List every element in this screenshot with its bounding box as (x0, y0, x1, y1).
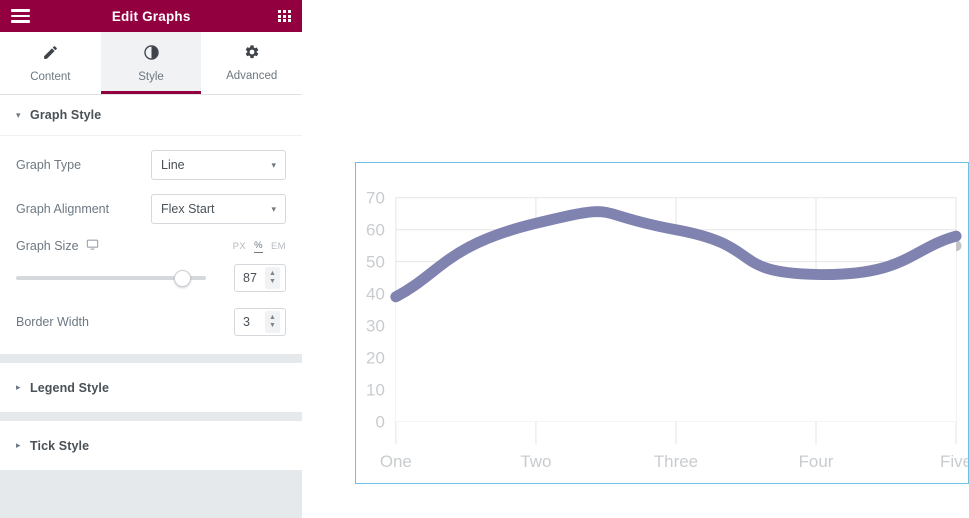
unit-em[interactable]: EM (271, 241, 286, 253)
graph-size-slider[interactable] (16, 269, 206, 287)
graph-type-value: Line (161, 158, 185, 172)
graph-size-unit-toggle: PX % EM (233, 240, 286, 253)
stepper-down-icon[interactable]: ▼ (269, 278, 276, 285)
unit-px[interactable]: PX (233, 241, 246, 253)
control-border-width: Border Width 3 ▲ ▼ (16, 308, 286, 336)
x-axis-tick-label: Two (520, 452, 551, 471)
graph-size-stepper[interactable]: ▲ ▼ (265, 267, 280, 289)
section-tick-style-header[interactable]: ▸ Tick Style (0, 421, 302, 470)
graph-size-label-group: Graph Size (16, 238, 99, 254)
graph-size-input[interactable]: 87 ▲ ▼ (234, 264, 286, 292)
chevron-down-icon: ▾ (271, 203, 276, 214)
page-title: Edit Graphs (111, 8, 191, 24)
section-legend-style-header[interactable]: ▸ Legend Style (0, 363, 302, 412)
x-axis-tick-label: One (380, 452, 412, 471)
tab-content-label: Content (30, 70, 71, 83)
y-axis-tick-label: 70 (366, 189, 385, 208)
y-axis-tick-label: 40 (366, 285, 385, 304)
y-axis-tick-label: 50 (366, 253, 385, 272)
chevron-down-icon: ▾ (16, 109, 21, 120)
panel-tabs: Content Style Advanced (0, 32, 302, 95)
control-graph-size-header: Graph Size PX % EM (16, 238, 286, 254)
border-width-value: 3 (243, 315, 250, 329)
graph-alignment-label: Graph Alignment (16, 202, 110, 216)
section-graph-style-header[interactable]: ▾ Graph Style (0, 95, 302, 136)
graph-size-value: 87 (243, 271, 257, 285)
border-width-label: Border Width (16, 315, 89, 329)
control-graph-type: Graph Type Line ▾ (16, 150, 286, 180)
contrast-icon (143, 44, 160, 65)
tab-advanced-label: Advanced (226, 70, 278, 82)
x-axis-tick-label: Four (799, 452, 834, 471)
graph-size-label: Graph Size (16, 239, 79, 253)
gear-icon (244, 44, 260, 64)
section-graph-style-body: Graph Type Line ▾ Graph Alignment Flex S… (0, 136, 302, 354)
chevron-right-icon: ▸ (16, 440, 21, 450)
chevron-down-icon: ▾ (271, 159, 276, 170)
slider-handle[interactable] (173, 269, 191, 287)
tab-advanced[interactable]: Advanced (201, 32, 302, 94)
grid-apps-icon[interactable] (278, 9, 291, 23)
stepper-up-icon[interactable]: ▲ (269, 314, 276, 321)
stepper-down-icon[interactable]: ▼ (269, 322, 276, 329)
control-graph-size-slider-row: 87 ▲ ▼ (16, 264, 286, 292)
line-chart: 0 10 20 30 40 50 60 70 One Two Three Four Five (366, 189, 968, 471)
graph-type-label: Graph Type (16, 158, 82, 172)
section-graph-style-title: Graph Style (30, 108, 102, 122)
editor-canvas: 0 10 20 30 40 50 60 70 One Two Three Four Five (302, 0, 969, 518)
chevron-right-icon: ▸ (16, 382, 21, 392)
desktop-monitor-icon[interactable] (86, 238, 99, 254)
section-legend-style: ▸ Legend Style (0, 363, 302, 412)
y-axis-tick-label: 10 (366, 380, 385, 399)
graph-type-select[interactable]: Line ▾ (151, 150, 286, 180)
graph-alignment-value: Flex Start (161, 202, 215, 216)
x-axis-tick-label: Five (940, 452, 968, 471)
section-legend-style-title: Legend Style (30, 380, 109, 395)
editor-panel: Edit Graphs Content Style Advanced ▾ Gra… (0, 0, 302, 518)
panel-header: Edit Graphs (0, 0, 302, 32)
border-width-input[interactable]: 3 ▲ ▼ (234, 308, 286, 336)
y-axis-tick-label: 20 (366, 348, 385, 367)
unit-percent[interactable]: % (254, 240, 263, 253)
tab-style-label: Style (138, 70, 164, 83)
y-axis-tick-label: 60 (366, 221, 385, 240)
graph-alignment-select[interactable]: Flex Start ▾ (151, 194, 286, 224)
section-graph-style: ▾ Graph Style Graph Type Line ▾ Graph Al… (0, 95, 302, 354)
tab-content[interactable]: Content (0, 32, 101, 94)
section-tick-style: ▸ Tick Style (0, 421, 302, 470)
y-axis-tick-label: 30 (366, 317, 385, 336)
y-axis-tick-label: 0 (375, 412, 384, 431)
graph-widget[interactable]: 0 10 20 30 40 50 60 70 One Two Three Four Five (355, 162, 969, 484)
border-width-stepper[interactable]: ▲ ▼ (265, 311, 280, 333)
stepper-up-icon[interactable]: ▲ (269, 270, 276, 277)
control-graph-alignment: Graph Alignment Flex Start ▾ (16, 194, 286, 224)
section-tick-style-title: Tick Style (30, 438, 90, 453)
x-axis-tick-label: Three (654, 452, 698, 471)
pencil-icon (42, 44, 59, 65)
tab-style[interactable]: Style (100, 32, 202, 94)
